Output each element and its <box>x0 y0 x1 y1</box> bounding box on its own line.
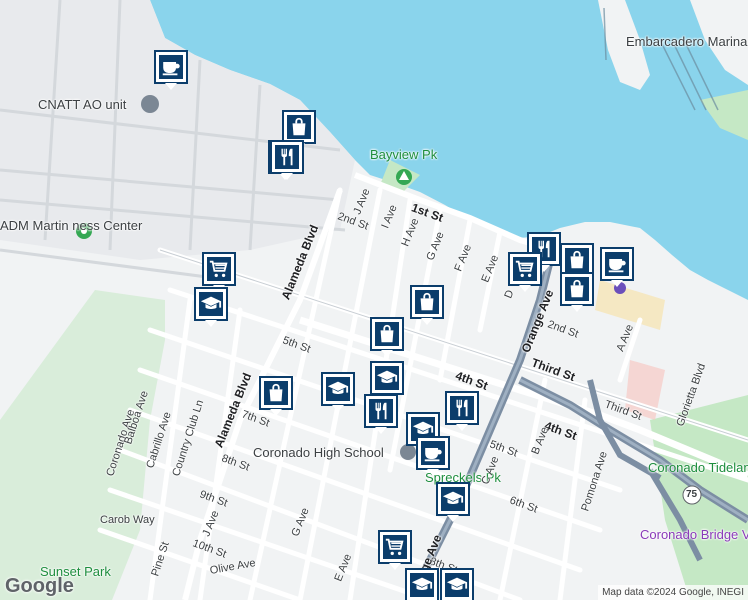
school-icon <box>445 573 469 597</box>
cafe-icon <box>421 441 445 465</box>
grocery-icon <box>207 257 231 281</box>
shopping-icon <box>264 381 288 405</box>
restaurant-icon <box>275 145 299 169</box>
shopping-icon <box>287 115 311 139</box>
restaurant-icon <box>369 399 393 423</box>
cafe-marker[interactable] <box>600 247 634 287</box>
map-canvas[interactable]: Embarcadero Marina Pk North CNATT AO uni… <box>0 0 748 600</box>
shopping-icon <box>565 277 589 301</box>
cafe-icon <box>159 55 183 79</box>
bridge-viewpoint-label: Coronado Bridge Viewpoint <box>640 527 748 542</box>
shopping-marker[interactable] <box>410 285 444 325</box>
school-icon <box>441 487 465 511</box>
school-marker[interactable] <box>440 568 474 600</box>
school-icon <box>375 366 399 390</box>
place-fitness-label: ADM Martin ness Center <box>0 218 143 233</box>
google-logo: Google <box>5 575 74 597</box>
place-cnatt-label: CNATT AO unit <box>38 97 127 112</box>
grocery-icon <box>383 535 407 559</box>
school-icon <box>199 292 223 316</box>
coronado-high-label: Coronado High School <box>253 445 384 460</box>
shopping-marker[interactable] <box>282 110 316 150</box>
cafe-marker[interactable] <box>416 436 450 476</box>
grocery-marker[interactable] <box>202 252 236 292</box>
shopping-icon <box>565 248 589 272</box>
school-marker[interactable] <box>370 361 404 401</box>
shopping-marker[interactable] <box>259 376 293 416</box>
school-marker[interactable] <box>405 568 439 600</box>
cafe-marker[interactable] <box>154 50 188 90</box>
park-tidelands-label: Coronado Tidelands Pk <box>648 460 748 475</box>
map-attribution[interactable]: Map data ©2024 Google, INEGI <box>598 585 748 600</box>
shopping-marker[interactable] <box>560 272 594 312</box>
school-marker[interactable] <box>436 482 470 522</box>
grocery-icon <box>513 257 537 281</box>
route-75-label: 75 <box>686 489 698 500</box>
shopping-marker[interactable] <box>370 317 404 357</box>
park-bayview-label: Bayview Pk <box>370 147 438 162</box>
school-marker[interactable] <box>194 287 228 327</box>
place-embarcadero-label: Embarcadero Marina Pk North <box>626 34 748 49</box>
grocery-marker[interactable] <box>378 530 412 570</box>
grocery-marker[interactable] <box>508 252 542 292</box>
school-icon <box>410 573 434 597</box>
school-icon <box>326 377 350 401</box>
cafe-icon <box>605 252 629 276</box>
shopping-icon <box>415 290 439 314</box>
restaurant-icon <box>450 396 474 420</box>
school-marker[interactable] <box>321 372 355 412</box>
restaurant-marker[interactable] <box>270 140 304 180</box>
street-carob-way-label: Carob Way <box>100 514 155 526</box>
restaurant-marker[interactable] <box>364 394 398 434</box>
shopping-icon <box>375 322 399 346</box>
restaurant-marker[interactable] <box>445 391 479 431</box>
map-base-layer <box>0 0 748 600</box>
